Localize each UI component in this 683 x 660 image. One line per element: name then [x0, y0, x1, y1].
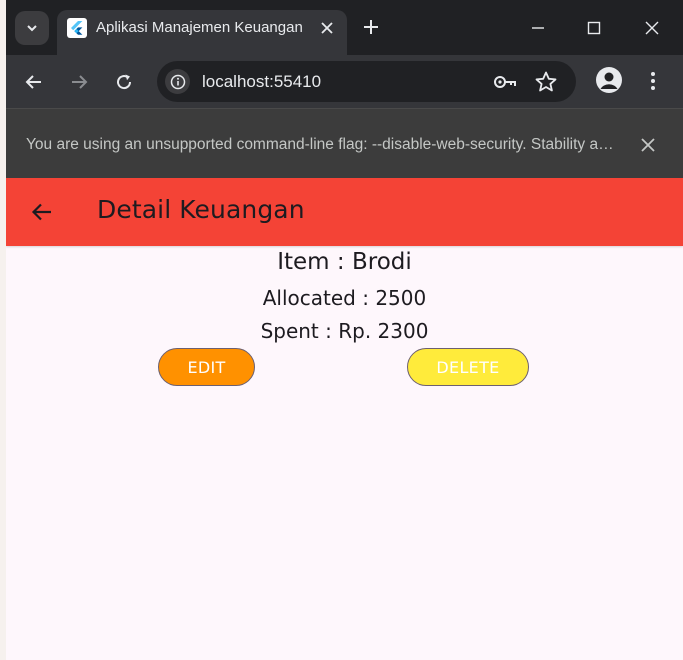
tab-title: Aplikasi Manajemen Keuangan	[96, 19, 303, 36]
minimize-icon[interactable]	[524, 14, 552, 42]
maximize-icon[interactable]	[580, 14, 608, 42]
flutter-favicon-icon	[67, 18, 87, 38]
warning-infobar: You are using an unsupported command-lin…	[6, 108, 683, 178]
back-arrow-icon[interactable]	[19, 67, 49, 97]
page-viewport: Detail Keuangan Item : Brodi Allocated :…	[6, 178, 683, 660]
browser-tab[interactable]: Aplikasi Manajemen Keuangan	[57, 10, 347, 55]
app-bar: Detail Keuangan	[6, 178, 683, 246]
spent-text: Spent : Rp. 2300	[260, 319, 429, 343]
tab-strip: Aplikasi Manajemen Keuangan	[6, 0, 683, 55]
page-title: Detail Keuangan	[97, 195, 305, 224]
back-arrow-icon[interactable]	[26, 196, 58, 228]
close-window-icon[interactable]	[638, 14, 666, 42]
tab-search-icon[interactable]	[15, 11, 49, 45]
browser-window: Aplikasi Manajemen Keuangan localhost:55…	[6, 0, 683, 660]
infobar-message: You are using an unsupported command-lin…	[26, 136, 618, 153]
reload-icon[interactable]	[109, 67, 139, 97]
forward-arrow-icon[interactable]	[64, 67, 94, 97]
star-icon[interactable]	[534, 70, 558, 94]
item-text: Item : Brodi	[277, 249, 412, 275]
address-bar[interactable]: localhost:55410	[157, 61, 576, 102]
info-icon[interactable]	[165, 69, 190, 94]
key-icon[interactable]	[493, 72, 517, 92]
close-icon[interactable]	[317, 18, 337, 38]
plus-icon[interactable]	[360, 16, 382, 38]
browser-toolbar: localhost:55410	[6, 55, 683, 108]
profile-icon[interactable]	[596, 67, 622, 93]
delete-button[interactable]: DELETE	[407, 348, 529, 386]
url-text: localhost:55410	[202, 72, 322, 91]
allocated-text: Allocated : 2500	[262, 286, 427, 310]
close-icon[interactable]	[636, 133, 660, 157]
more-vert-icon[interactable]	[640, 67, 666, 95]
edit-button[interactable]: EDIT	[158, 348, 255, 386]
